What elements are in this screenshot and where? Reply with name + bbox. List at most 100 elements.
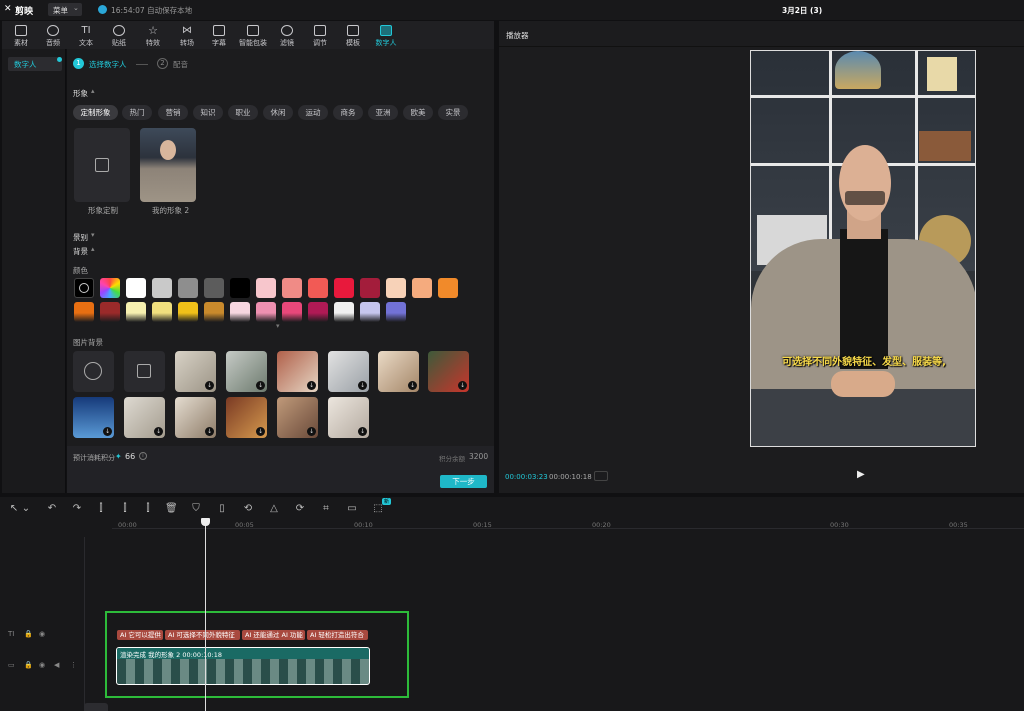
tab-custom[interactable]: 定制形象 (73, 105, 118, 120)
tool-audio[interactable]: 音频 (36, 21, 70, 49)
color-swatch[interactable] (360, 278, 380, 298)
gradient-swatch[interactable] (282, 302, 302, 322)
bg-thumb-9[interactable]: ↓ (175, 397, 216, 438)
tab-knowledge[interactable]: 知识 (193, 105, 223, 120)
rotate-icon[interactable]: ⟳ (294, 503, 306, 515)
more-colors-icon[interactable]: ▾ (276, 322, 280, 330)
bg-thumb-7[interactable]: ↓ (73, 397, 114, 438)
mirror-icon[interactable]: △ (268, 503, 280, 515)
avatar-section-title[interactable]: 形象 (73, 88, 88, 99)
bg-thumb-2[interactable]: ↓ (226, 351, 267, 392)
sidenav-item-digital-human[interactable]: 数字人 (8, 57, 62, 71)
lock-icon[interactable]: 🔒 (24, 630, 33, 638)
tool-smart-pack[interactable]: 智能包装 (236, 21, 270, 49)
delete-icon[interactable]: 🗑 (165, 503, 178, 515)
menu-button[interactable]: 菜单 ⌄ (48, 3, 82, 16)
color-swatch[interactable] (126, 278, 146, 298)
shield-icon[interactable]: ⛉ (190, 503, 202, 515)
freeze-icon[interactable]: ▯ (216, 503, 228, 515)
bg-thumb-5[interactable]: ↓ (378, 351, 419, 392)
chevron-down-icon[interactable]: ⌄ (20, 503, 32, 515)
video-clip[interactable]: 渲染完成 我的形象 2 00:00:10:18 (116, 647, 370, 685)
color-swatch[interactable] (308, 278, 328, 298)
no-image-bg[interactable] (73, 351, 114, 392)
upload-image-bg[interactable] (124, 351, 165, 392)
eye-icon[interactable]: ◉ (39, 630, 45, 638)
gradient-swatch[interactable] (386, 302, 406, 322)
tab-business[interactable]: 商务 (333, 105, 363, 120)
bg-thumb-6[interactable]: ↓ (428, 351, 469, 392)
gradient-swatch[interactable] (126, 302, 146, 322)
more-icon[interactable]: ⋮ (70, 661, 77, 669)
gradient-swatch[interactable] (74, 302, 94, 322)
color-swatch[interactable] (334, 278, 354, 298)
bg-thumb-3[interactable]: ↓ (277, 351, 318, 392)
gradient-swatch[interactable] (308, 302, 328, 322)
tool-effects[interactable]: ☆ 特效 (136, 21, 170, 49)
subtitle-clip[interactable]: AI 它可以提供 (117, 630, 163, 640)
background-label[interactable]: 背景 (73, 246, 88, 257)
scene-label[interactable]: 景别 (73, 232, 88, 243)
bg-thumb-10[interactable]: ↓ (226, 397, 267, 438)
color-swatch[interactable] (178, 278, 198, 298)
redo-icon[interactable]: ↷ (71, 503, 83, 515)
cursor-icon[interactable]: ↖ (8, 503, 20, 515)
custom-avatar-card[interactable] (74, 128, 130, 202)
tab-real-scene[interactable]: 实景 (438, 105, 468, 120)
track-tab[interactable] (84, 703, 108, 711)
tab-marketing[interactable]: 营销 (158, 105, 188, 120)
tab-europe[interactable]: 欧美 (403, 105, 433, 120)
split-left-icon[interactable]: ⫿ (119, 503, 131, 515)
expand-icon[interactable]: ▾ (91, 231, 95, 239)
bg-thumb-12[interactable]: ↓ (328, 397, 369, 438)
bg-thumb-11[interactable]: ↓ (277, 397, 318, 438)
split-right-icon[interactable]: ⫿ (142, 503, 154, 515)
undo-icon[interactable]: ↶ (46, 503, 58, 515)
color-swatch[interactable] (386, 278, 406, 298)
tool-transition[interactable]: ⋈ 转场 (170, 21, 204, 49)
split-icon[interactable]: ⫿ (95, 503, 107, 515)
play-icon[interactable]: ▶ (857, 469, 865, 480)
tool-adjust[interactable]: 调节 (303, 21, 337, 49)
playhead[interactable] (205, 521, 206, 711)
reverse-icon[interactable]: ⟲ (242, 503, 254, 515)
tool-material[interactable]: 素材 (4, 21, 38, 49)
timecode-icon[interactable] (594, 471, 608, 481)
gradient-swatch[interactable] (334, 302, 354, 322)
info-icon[interactable]: i (139, 452, 147, 460)
no-color-swatch[interactable] (74, 278, 94, 298)
color-swatch[interactable] (152, 278, 172, 298)
tool-text[interactable]: TI 文本 (69, 21, 103, 49)
tool-subtitle[interactable]: 字幕 (202, 21, 236, 49)
collapse-icon[interactable]: ▴ (91, 245, 95, 253)
tab-leisure[interactable]: 休闲 (263, 105, 293, 120)
color-swatch[interactable] (230, 278, 250, 298)
tool-filter[interactable]: 滤镜 (270, 21, 304, 49)
color-swatch[interactable] (282, 278, 302, 298)
subtitle-clip[interactable]: AI 还能通过 AI 功能 (242, 630, 305, 640)
bg-thumb-8[interactable]: ↓ (124, 397, 165, 438)
video-preview[interactable]: 可选择不同外貌特征、发型、服装等, (750, 50, 976, 447)
volume-icon[interactable]: ◀ (54, 661, 59, 669)
color-swatch[interactable] (412, 278, 432, 298)
gradient-swatch[interactable] (100, 302, 120, 322)
gradient-swatch[interactable] (178, 302, 198, 322)
color-swatch[interactable] (204, 278, 224, 298)
next-button[interactable]: 下一步 (440, 475, 487, 488)
tab-asia[interactable]: 亚洲 (368, 105, 398, 120)
tab-hot[interactable]: 热门 (122, 105, 152, 120)
playhead-handle[interactable] (201, 518, 210, 526)
tool-template[interactable]: 模板 (336, 21, 370, 49)
eye-icon[interactable]: ◉ (39, 661, 45, 669)
step1-label[interactable]: 选择数字人 (89, 59, 127, 70)
tab-career[interactable]: 职业 (228, 105, 258, 120)
color-swatch[interactable] (256, 278, 276, 298)
subtitle-clip[interactable]: AI 轻松打造出符合 (307, 630, 368, 640)
my-avatar-card[interactable] (140, 128, 196, 202)
subtitle-clip[interactable]: AI 可选择不同外貌特征 (165, 630, 240, 640)
gradient-swatch[interactable] (360, 302, 380, 322)
tab-sports[interactable]: 运动 (298, 105, 328, 120)
gradient-swatch[interactable] (256, 302, 276, 322)
step2-label[interactable]: 配音 (173, 59, 188, 70)
bg-thumb-4[interactable]: ↓ (328, 351, 369, 392)
